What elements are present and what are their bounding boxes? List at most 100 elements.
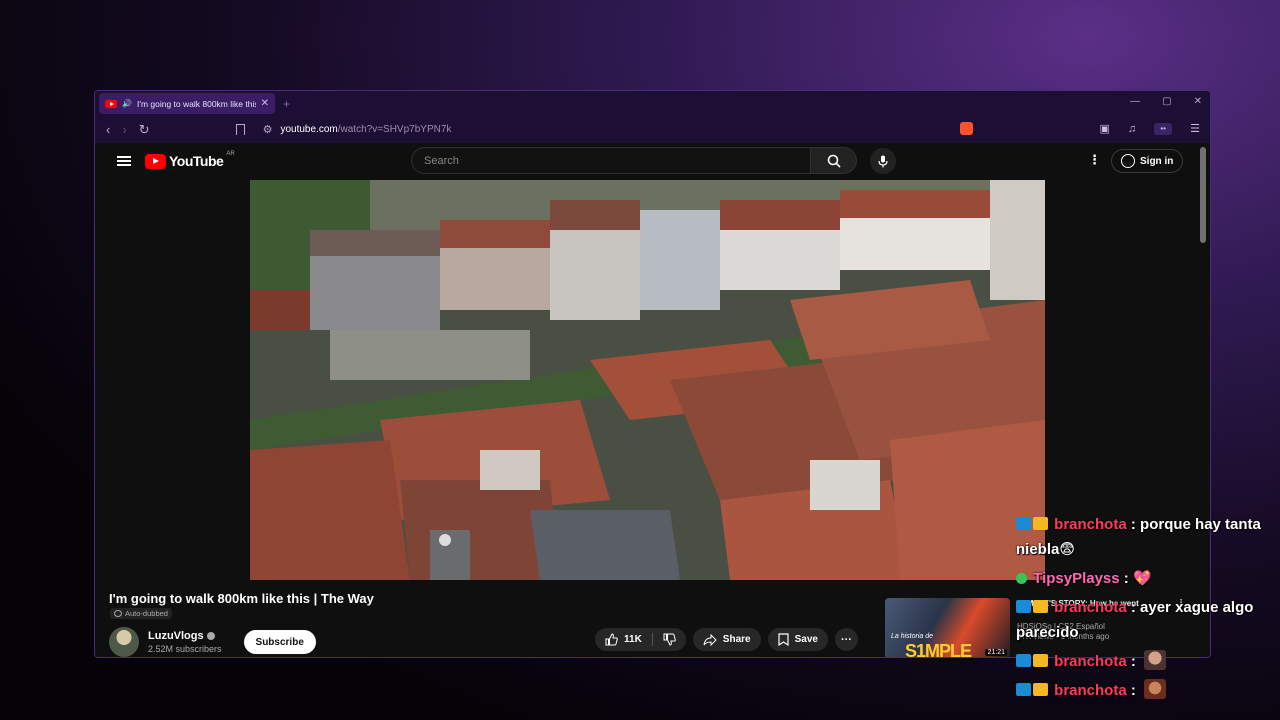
- tab-close-icon[interactable]: ✕: [261, 98, 269, 109]
- maximize-button[interactable]: ▢: [1162, 96, 1171, 107]
- more-actions-button[interactable]: ···: [834, 628, 858, 651]
- video-player[interactable]: [250, 180, 1045, 580]
- prime-badge-icon: [1016, 600, 1031, 613]
- search-box: [411, 147, 857, 174]
- channel-row: LuzuVlogs 2.52M subscribers Subscribe: [109, 627, 316, 657]
- video-actions: 11K Share Save ···: [595, 628, 858, 651]
- forward-button[interactable]: ›: [122, 122, 126, 138]
- youtube-header: YouTube AR ⋮ Sign in: [95, 143, 1210, 243]
- dubbing-icon: [114, 610, 122, 617]
- speaker-icon[interactable]: 🔊: [122, 99, 132, 108]
- screenshot-icon[interactable]: ▣: [1099, 122, 1109, 135]
- subscriber-count: 2.52M subscribers: [148, 644, 222, 654]
- video-frame-town-aerial: [250, 180, 1045, 580]
- minimize-button[interactable]: —: [1130, 96, 1140, 107]
- share-label: Share: [722, 634, 751, 645]
- url-field[interactable]: ⚙ youtube.com/watch?v=SHVp7bYPN7k: [263, 123, 452, 136]
- search-icon: [827, 154, 841, 168]
- chat-message: branchota : porque hay tanta niebla😨: [1016, 512, 1280, 562]
- settings-more-button[interactable]: ⋮: [1088, 152, 1101, 168]
- auto-dubbed-badge: Auto-dubbed: [110, 608, 172, 619]
- microphone-icon: [878, 155, 888, 167]
- crown-badge-icon: [1033, 600, 1048, 613]
- channel-avatar[interactable]: [109, 627, 139, 657]
- bookmark-save-icon: [777, 633, 789, 646]
- verified-check-badge-icon: [1016, 573, 1027, 584]
- window-controls: — ▢ ✕: [1130, 96, 1202, 107]
- stream-chat-overlay: branchota : porque hay tanta niebla😨 Tip…: [1016, 512, 1280, 707]
- address-bar: ‹ › ↻ ⚙ youtube.com/watch?v=SHVp7bYPN7k …: [95, 116, 1210, 143]
- playlist-icon[interactable]: ♫: [1128, 123, 1136, 135]
- video-title: I'm going to walk 800km like this | The …: [109, 591, 374, 606]
- thumbs-up-icon: [605, 633, 618, 646]
- chat-message: branchota : ayer xague algo parecido: [1016, 595, 1280, 645]
- prime-badge-icon: [1016, 683, 1031, 696]
- search-button[interactable]: [811, 147, 857, 174]
- sign-in-button[interactable]: Sign in: [1111, 149, 1184, 173]
- reload-button[interactable]: ↻: [139, 122, 150, 138]
- url-path: /watch?v=SHVp7bYPN7k: [337, 124, 452, 135]
- chat-message: branchota :: [1016, 678, 1280, 703]
- voice-search-button[interactable]: [870, 148, 896, 174]
- like-button[interactable]: 11K: [595, 628, 652, 651]
- scrollbar-thumb[interactable]: [1200, 147, 1206, 243]
- close-window-button[interactable]: ✕: [1194, 96, 1202, 107]
- video-duration: 21:21: [985, 649, 1007, 656]
- crown-badge-icon: [1033, 683, 1048, 696]
- youtube-favicon-icon: [105, 99, 117, 108]
- sign-in-label: Sign in: [1140, 155, 1174, 167]
- chat-username: branchota: [1054, 682, 1127, 699]
- subscribe-button[interactable]: Subscribe: [243, 630, 316, 654]
- tab-bar: 🔊 I'm going to walk 800km like this | Th…: [95, 91, 1210, 116]
- share-arrow-icon: [703, 633, 717, 646]
- like-dislike-group: 11K: [595, 628, 686, 651]
- prime-badge-icon: [1016, 517, 1031, 530]
- face-emote-icon: [1144, 650, 1167, 670]
- crown-badge-icon: [1033, 654, 1048, 667]
- auto-dubbed-label: Auto-dubbed: [125, 609, 168, 618]
- thumbnail-caption: La historia de: [891, 633, 934, 640]
- thumbnail-headline: S1MPLE: [905, 641, 972, 658]
- dislike-button[interactable]: [653, 628, 686, 651]
- channel-name: LuzuVlogs: [148, 630, 204, 642]
- chat-text: 💖: [1132, 570, 1152, 587]
- new-tab-button[interactable]: +: [283, 97, 290, 111]
- chat-separator: :: [1126, 653, 1141, 670]
- chat-separator: :: [1126, 599, 1141, 616]
- chat-username: branchota: [1054, 516, 1127, 533]
- channel-meta: LuzuVlogs 2.52M subscribers: [148, 630, 222, 654]
- face-emote-icon: [1144, 679, 1167, 699]
- site-settings-icon[interactable]: ⚙: [263, 123, 273, 136]
- back-button[interactable]: ‹: [106, 122, 110, 138]
- tab-youtube[interactable]: 🔊 I'm going to walk 800km like this | Th…: [99, 93, 275, 114]
- youtube-wordmark: YouTube: [169, 153, 224, 169]
- nav-buttons: ‹ › ↻: [106, 122, 150, 138]
- chat-username: TipsyPlayss: [1033, 570, 1120, 587]
- url-domain: youtube.com: [280, 124, 338, 135]
- toolbar-right: ▣ ♫ •• ☰: [960, 122, 1200, 135]
- save-button[interactable]: Save: [767, 628, 828, 651]
- related-thumbnail[interactable]: La historia de S1MPLE 21:21: [885, 598, 1010, 658]
- country-code: AR: [226, 151, 235, 157]
- chat-message: branchota :: [1016, 649, 1280, 674]
- menu-icon[interactable]: ☰: [1190, 122, 1200, 135]
- hamburger-menu-icon[interactable]: [117, 156, 131, 166]
- channel-name-row[interactable]: LuzuVlogs: [148, 630, 222, 642]
- crown-badge-icon: [1033, 517, 1048, 530]
- user-icon: [1121, 154, 1135, 168]
- search-input[interactable]: [411, 147, 811, 174]
- share-button[interactable]: Share: [692, 628, 761, 651]
- chat-username: branchota: [1054, 599, 1127, 616]
- extension-icon[interactable]: ••: [1154, 122, 1173, 135]
- thumbs-down-icon: [663, 633, 676, 646]
- youtube-logo[interactable]: YouTube AR: [145, 151, 235, 169]
- brave-shield-icon[interactable]: [960, 122, 974, 135]
- chat-message: TipsyPlayss : 💖: [1016, 566, 1280, 591]
- verified-icon: [206, 632, 215, 640]
- tab-title: I'm going to walk 800km like this | The …: [136, 98, 256, 109]
- chat-username: branchota: [1054, 653, 1127, 670]
- bookmark-icon[interactable]: [235, 124, 245, 135]
- prime-badge-icon: [1016, 654, 1031, 667]
- save-label: Save: [794, 634, 818, 645]
- chat-separator: :: [1119, 570, 1133, 587]
